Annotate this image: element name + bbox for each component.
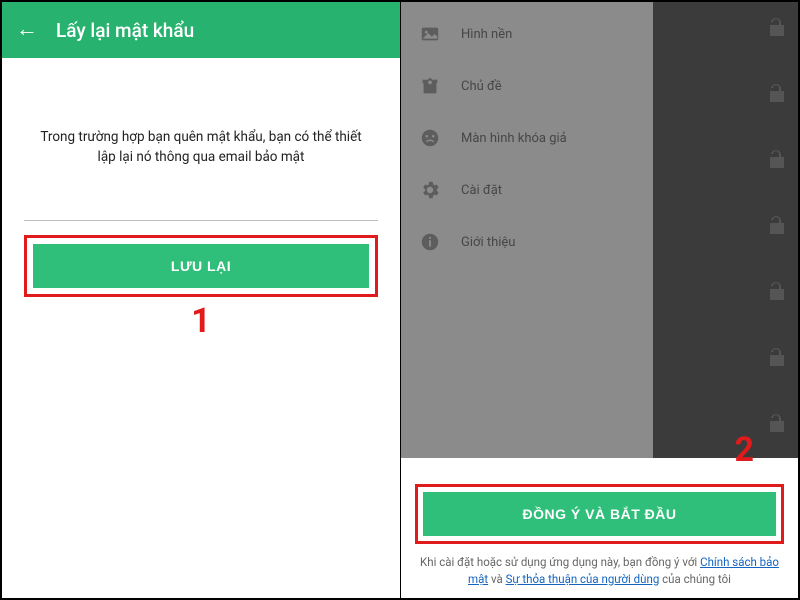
menu-label: Màn hình khóa giả	[461, 131, 567, 146]
description-text: Trong trường hợp bạn quên mật khẩu, bạn …	[24, 86, 378, 191]
unlock-icon	[764, 346, 788, 370]
appbar: ← Lấy lại mật khẩu	[2, 2, 400, 58]
right-top: Hình nền Chủ đề Màn hình khóa giả	[401, 2, 798, 458]
back-arrow-icon[interactable]: ←	[16, 19, 38, 41]
user-agreement-link[interactable]: Sự thỏa thuận của người dùng	[506, 572, 660, 586]
menu-label: Cài đặt	[461, 183, 502, 198]
highlight-box-1: LƯU LẠI	[24, 235, 378, 297]
highlight-box-2: ĐỒNG Ý VÀ BẮT ĐẦU	[415, 484, 784, 544]
step-number-1: 1	[24, 301, 378, 341]
agree-mid: và	[488, 572, 505, 586]
wallpaper-icon	[419, 23, 441, 45]
agree-start-button[interactable]: ĐỒNG Ý VÀ BẮT ĐẦU	[423, 492, 776, 536]
save-button[interactable]: LƯU LẠI	[33, 244, 369, 288]
appbar-title: Lấy lại mật khẩu	[56, 19, 194, 42]
menu-label: Chủ đề	[461, 79, 502, 94]
unlock-icon	[764, 16, 788, 40]
menu-label: Giới thiệu	[461, 235, 515, 250]
about-icon	[419, 231, 441, 253]
unlock-icon	[764, 82, 788, 106]
menu-item-fakelock[interactable]: Màn hình khóa giả	[401, 112, 653, 164]
settings-icon	[419, 179, 441, 201]
step-number-2: 2	[734, 430, 754, 470]
screen-welcome: Hình nền Chủ đề Màn hình khóa giả	[401, 2, 798, 598]
agree-text: Khi cài đặt hoặc sử dụng ứng dụng này, b…	[415, 554, 784, 589]
theme-icon	[419, 75, 441, 97]
unlock-icon	[764, 412, 788, 436]
menu-item-settings[interactable]: Cài đặt	[401, 164, 653, 216]
fakelock-icon	[419, 127, 441, 149]
unlock-icon	[764, 280, 788, 304]
screen-recover-password: ← Lấy lại mật khẩu Trong trường hợp bạn …	[2, 2, 401, 598]
menu-label: Hình nền	[461, 27, 512, 42]
agree-prefix: Khi cài đặt hoặc sử dụng ứng dụng này, b…	[420, 555, 700, 569]
menu-item-wallpaper[interactable]: Hình nền	[401, 8, 653, 60]
email-field[interactable]	[24, 191, 378, 221]
tutorial-frame: ← Lấy lại mật khẩu Trong trường hợp bạn …	[0, 0, 800, 600]
unlock-icon	[764, 148, 788, 172]
app-list-column	[653, 2, 798, 458]
agree-sheet: 2 ĐỒNG Ý VÀ BẮT ĐẦU Khi cài đặt hoặc sử …	[401, 474, 798, 599]
side-menu: Hình nền Chủ đề Màn hình khóa giả	[401, 2, 653, 458]
agree-suffix: của chúng tôi	[659, 572, 731, 586]
menu-item-about[interactable]: Giới thiệu	[401, 216, 653, 268]
left-body: Trong trường hợp bạn quên mật khẩu, bạn …	[2, 58, 400, 341]
unlock-icon	[764, 214, 788, 238]
menu-item-theme[interactable]: Chủ đề	[401, 60, 653, 112]
